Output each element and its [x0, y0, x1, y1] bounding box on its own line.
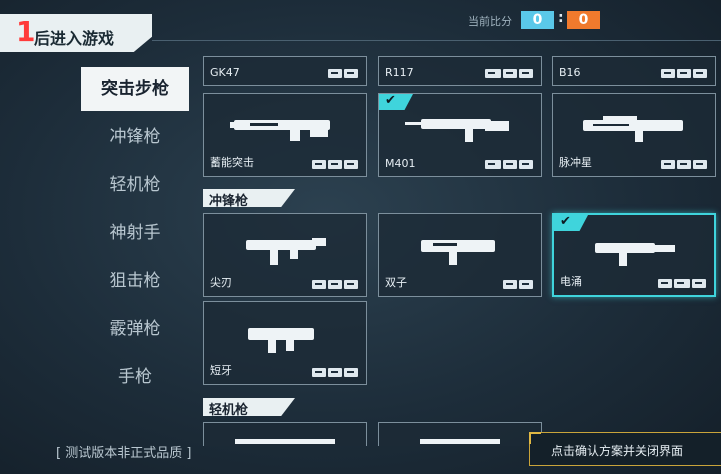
check-icon: ✔: [379, 94, 413, 110]
sidebar-item-pistol[interactable]: 手枪: [81, 355, 189, 399]
sidebar-item-smg[interactable]: 冲锋枪: [81, 115, 189, 159]
weapon-card-gemini[interactable]: 双子: [378, 213, 542, 297]
tag-icon: [344, 280, 358, 289]
rifle-icon: [405, 119, 509, 142]
weapon-card-shortfang[interactable]: 短牙: [203, 301, 367, 385]
sidebar-item-lmg[interactable]: 轻机枪: [81, 163, 189, 207]
attachment-tags: [503, 280, 533, 289]
tag-icon: [661, 160, 675, 169]
tag-icon: [312, 368, 326, 377]
attachment-tags: [661, 69, 707, 78]
attachment-tags: [661, 160, 707, 169]
smg-icon: [246, 238, 326, 265]
tag-icon: [677, 69, 691, 78]
attachment-tags: [312, 160, 358, 169]
rifle-icon: [230, 120, 330, 141]
weapon-card-pulsar[interactable]: 脉冲星: [552, 93, 716, 177]
lmg-icon: [235, 439, 335, 444]
tag-icon: [503, 69, 517, 78]
tag-icon: [485, 69, 501, 78]
tag-icon: [344, 368, 358, 377]
tag-icon: [503, 160, 517, 169]
sidebar-item-shotgun[interactable]: 霰弹枪: [81, 307, 189, 351]
attachment-tags: [312, 280, 358, 289]
tag-icon: [503, 280, 517, 289]
header-divider: [152, 40, 721, 41]
section-header-smg: 冲锋枪: [203, 189, 295, 207]
weapon-name: B16: [559, 66, 581, 79]
confirm-button[interactable]: 点击确认方案并关闭界面: [529, 432, 721, 466]
tag-icon: [519, 160, 533, 169]
attachment-tags: [328, 69, 358, 78]
tag-icon: [485, 160, 501, 169]
tag-icon: [328, 160, 342, 169]
tag-icon: [661, 69, 675, 78]
weapon-name: GK47: [210, 66, 240, 79]
weapon-card-b16[interactable]: B16: [552, 56, 716, 86]
weapon-card-surge[interactable]: ✔ 电涌: [552, 213, 716, 297]
weapon-card-charge-assault[interactable]: 蓄能突击: [203, 93, 367, 177]
weapon-name: 电涌: [560, 275, 582, 288]
check-icon: ✔: [554, 215, 588, 231]
tag-icon: [677, 160, 691, 169]
sidebar-item-sniper[interactable]: 狙击枪: [81, 259, 189, 303]
tag-icon: [693, 69, 707, 78]
weapon-name: 双子: [385, 276, 407, 289]
tag-icon: [312, 280, 326, 289]
weapon-name: 蓄能突击: [210, 156, 254, 169]
tag-icon: [519, 69, 533, 78]
attachment-tags: [485, 160, 533, 169]
section-header-lmg: 轻机枪: [203, 398, 295, 416]
version-notice: [ 测试版本非正式品质 ]: [56, 446, 192, 461]
score-separator: :: [558, 10, 564, 26]
sidebar-item-marksman[interactable]: 神射手: [81, 211, 189, 255]
weapon-name: 短牙: [210, 364, 232, 377]
sidebar-item-assault-rifle[interactable]: 突击步枪: [81, 67, 189, 111]
weapon-card-lmg-2[interactable]: [378, 422, 542, 446]
lmg-icon: [420, 439, 500, 444]
weapon-card-spike[interactable]: 尖刃: [203, 213, 367, 297]
smg-icon: [248, 328, 314, 353]
tag-icon: [693, 160, 707, 169]
weapon-card-gk47[interactable]: GK47: [203, 56, 367, 86]
weapon-name: 尖刃: [210, 276, 232, 289]
tag-icon: [519, 280, 533, 289]
round-text: 后进入游戏: [34, 29, 115, 48]
weapon-name: R117: [385, 66, 414, 79]
tag-icon: [344, 69, 358, 78]
score-right: 0: [567, 11, 600, 29]
tag-icon: [674, 279, 690, 288]
tag-icon: [658, 279, 672, 288]
tag-icon: [312, 160, 326, 169]
weapon-name: M401: [385, 157, 416, 170]
tag-icon: [328, 368, 342, 377]
attachment-tags: [312, 368, 358, 377]
rifle-icon: [583, 116, 683, 142]
corner-accent: [529, 432, 541, 444]
score-label: 当前比分: [468, 15, 512, 28]
weapon-name: 脉冲星: [559, 156, 592, 169]
smg-icon: [595, 243, 675, 266]
weapon-card-r117[interactable]: R117: [378, 56, 542, 86]
confirm-label: 点击确认方案并关闭界面: [551, 444, 684, 458]
tag-icon: [344, 160, 358, 169]
tag-icon: [692, 279, 706, 288]
attachment-tags: [485, 69, 533, 78]
tag-icon: [328, 280, 342, 289]
round-number: 1: [16, 15, 36, 48]
smg-icon: [421, 240, 495, 265]
score-left: 0: [521, 11, 554, 29]
attachment-tags: [658, 279, 706, 288]
tag-icon: [328, 69, 342, 78]
weapon-card-m401[interactable]: ✔ M401: [378, 93, 542, 177]
weapon-card-lmg-1[interactable]: [203, 422, 367, 446]
